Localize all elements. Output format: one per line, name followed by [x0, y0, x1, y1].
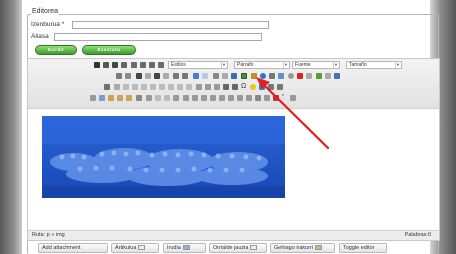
article-icon	[138, 245, 146, 251]
annotation-arrow	[256, 77, 330, 150]
page-break-button[interactable]: Orrialde jauzia	[209, 243, 267, 253]
image-button[interactable]: Irudia	[163, 243, 206, 253]
read-more-button[interactable]: Gehiago irakurri	[270, 243, 335, 253]
picture-icon	[182, 245, 190, 251]
add-attachment-button[interactable]: Add attachment	[38, 243, 108, 253]
page-break-icon	[250, 245, 258, 251]
article-button[interactable]: Artikulua	[111, 243, 159, 253]
toggle-editor-button[interactable]: Toggle editor	[339, 243, 387, 253]
read-more-icon	[315, 245, 323, 251]
